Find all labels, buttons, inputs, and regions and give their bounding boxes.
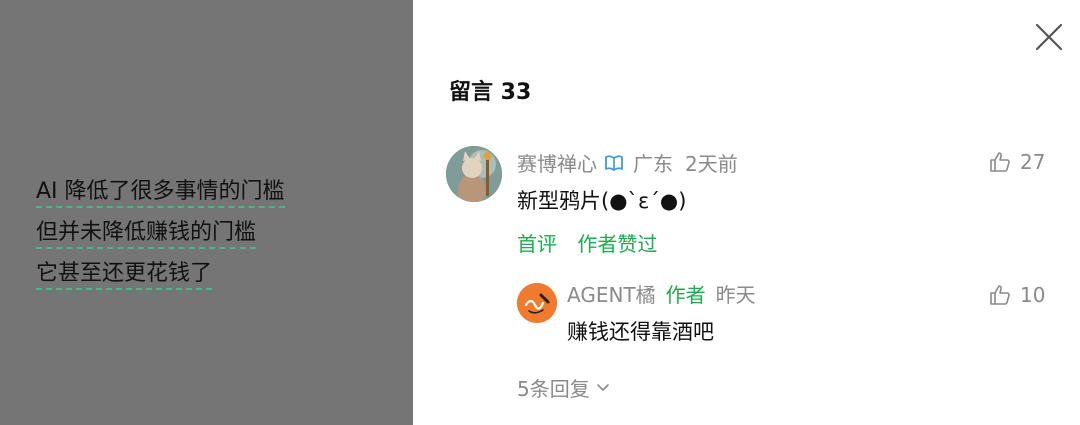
close-icon[interactable] xyxy=(1034,22,1064,52)
thumb-up-icon xyxy=(990,285,1010,305)
like-button[interactable]: 27 xyxy=(988,150,1045,174)
comment-tags: 首评 作者赞过 xyxy=(517,228,671,257)
comments-title: 留言 33 xyxy=(449,80,532,105)
more-replies-label: 5条回复 xyxy=(517,377,590,401)
comment-meta: 赛博禅心 广东 2天前 xyxy=(517,152,738,176)
close-button[interactable] xyxy=(1034,22,1064,52)
quote-line-2: 但并未降低赚钱的门槛 xyxy=(36,221,257,249)
reply-avatar[interactable] xyxy=(517,283,557,323)
author-liked-tag: 作者赞过 xyxy=(577,232,658,256)
reply-meta: AGENT橘 作者 昨天 xyxy=(567,283,756,307)
comment-location: 广东 xyxy=(633,152,673,176)
reply-like-button[interactable]: 10 xyxy=(988,283,1045,307)
like-count: 27 xyxy=(1020,150,1046,174)
reply-text: 赚钱还得靠酒吧 xyxy=(567,320,714,344)
quote-text: AI 降低了很多事情的门槛 但并未降低赚钱的门槛 它甚至还更花钱了 xyxy=(36,180,285,303)
quote-line-1: AI 降低了很多事情的门槛 xyxy=(36,180,285,208)
verified-badge-icon xyxy=(605,155,623,171)
quote-line-3: 它甚至还更花钱了 xyxy=(36,262,213,290)
author-tag: 作者 xyxy=(665,283,706,307)
reply-like-count: 10 xyxy=(1020,283,1046,307)
comment-username[interactable]: 赛博禅心 xyxy=(517,152,597,176)
comment-text: 新型鸦片(●`ε´●) xyxy=(517,189,687,213)
image-preview-panel: AI 降低了很多事情的门槛 但并未降低赚钱的门槛 它甚至还更花钱了 xyxy=(0,0,413,425)
first-comment-tag: 首评 xyxy=(517,232,557,256)
avatar[interactable] xyxy=(446,146,502,202)
comment-time: 2天前 xyxy=(685,152,738,176)
reply-time: 昨天 xyxy=(715,283,756,307)
chevron-down-icon xyxy=(596,383,609,391)
reply-username[interactable]: AGENT橘 xyxy=(567,283,656,307)
comments-panel xyxy=(413,0,1080,425)
more-replies-button[interactable]: 5条回复 xyxy=(517,373,612,402)
thumb-up-icon xyxy=(990,152,1010,172)
